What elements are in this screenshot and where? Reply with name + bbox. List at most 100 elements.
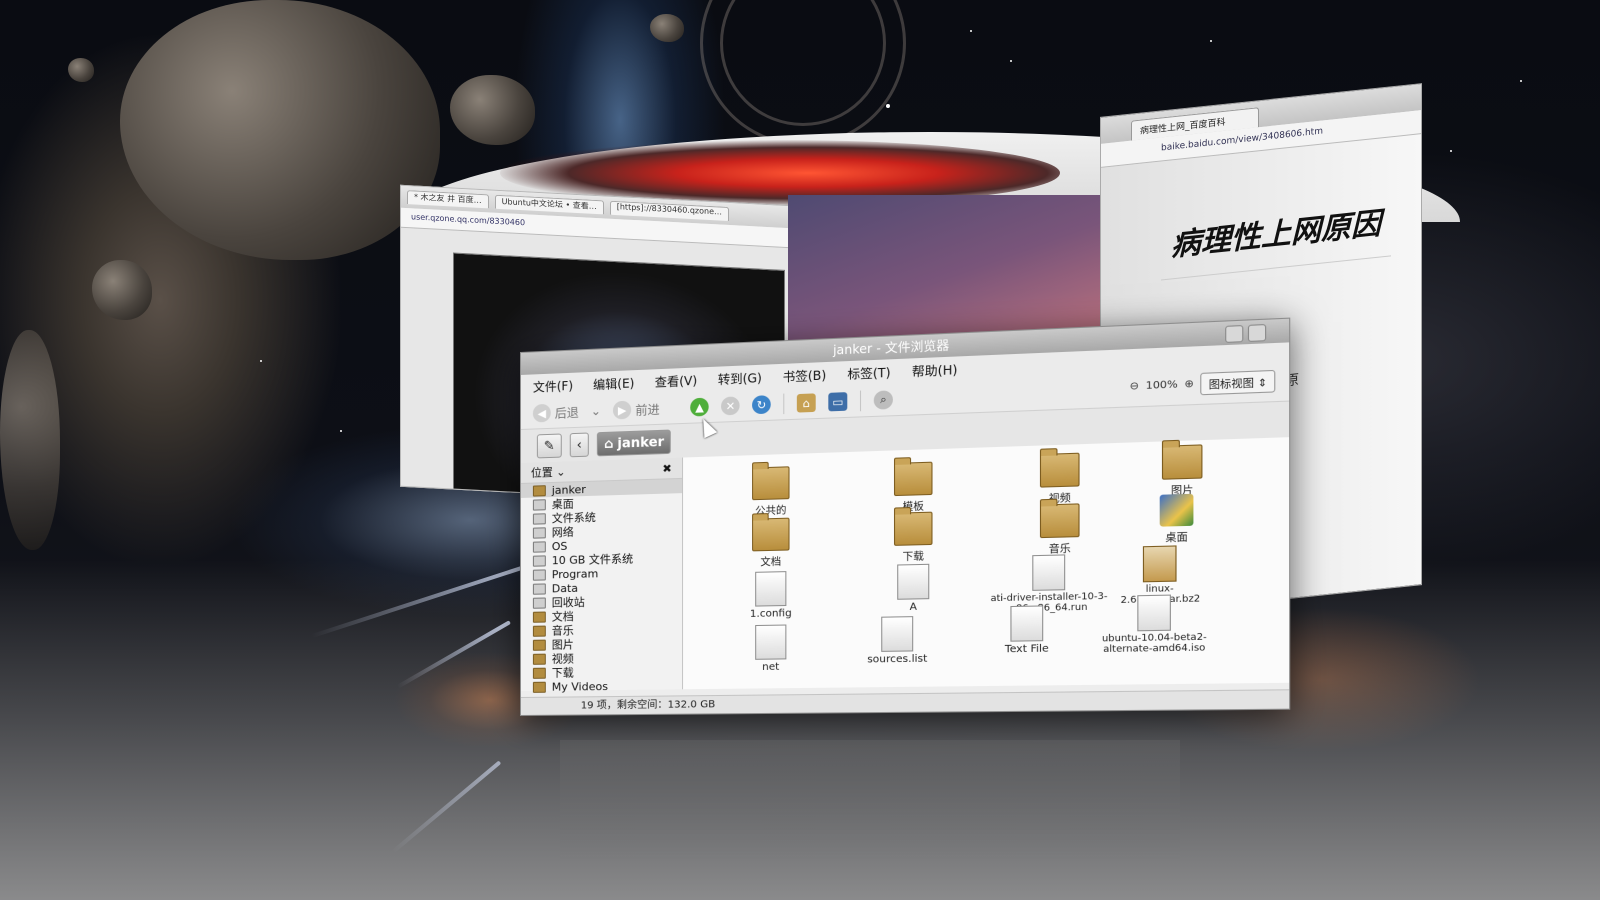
file-item[interactable]: 下载 [855, 511, 973, 565]
file-item[interactable]: 视频 [1000, 451, 1121, 506]
sidebar-item-my-videos[interactable]: My Videos [521, 678, 682, 694]
folder-icon [532, 611, 546, 623]
text-file-icon [897, 563, 930, 600]
minimize-button[interactable] [1225, 325, 1244, 343]
menu-file[interactable]: 文件(F) [533, 376, 573, 395]
file-item[interactable]: A [855, 563, 973, 614]
folder-icon [1039, 503, 1080, 539]
view-mode-select[interactable]: 图标视图 ⇕ [1200, 369, 1276, 396]
places-sidebar: 位置 ⌄ ✖ janker 桌面 文件系统 网络 OS 10 GB 文件系统 P… [520, 457, 684, 694]
file-item[interactable]: 图片 [1121, 443, 1245, 499]
file-icon-view: 公共的 模板 视频 图片 文档 下载 音乐 桌面 1.config A ati-… [683, 437, 1290, 690]
file-item[interactable]: net [714, 624, 828, 674]
star [1210, 40, 1212, 42]
back-arrow-icon: ◀ [532, 403, 551, 423]
file-item[interactable]: ubuntu-10.04-beta2-alternate-amd64.iso [1093, 594, 1216, 656]
folder-icon [532, 625, 546, 637]
home-icon: ⌂ [603, 436, 614, 452]
window-reflection [560, 740, 1180, 860]
file-item[interactable]: 桌面 [1115, 492, 1239, 545]
drive-icon [532, 582, 546, 595]
path-left-arrow-button[interactable]: ‹ [569, 432, 589, 458]
drive-icon [532, 554, 546, 567]
asteroid [68, 58, 94, 82]
file-item[interactable]: 音乐 [1000, 502, 1121, 557]
browser-tab[interactable]: [https]://8330460.qzone… [609, 200, 729, 221]
text-file-icon [755, 571, 787, 607]
sidebar-item-label: Program [551, 566, 599, 581]
back-label: 后退 [554, 405, 579, 421]
close-sidebar-icon[interactable]: ✖ [662, 461, 671, 474]
star [260, 360, 262, 362]
view-mode-label: 图标视图 [1208, 378, 1255, 392]
trash-icon [532, 596, 546, 609]
star [1010, 60, 1012, 62]
folder-icon [893, 511, 933, 546]
executable-file-icon [1032, 554, 1066, 591]
sidebar-title: 位置 [530, 465, 553, 480]
file-item[interactable]: 公共的 [714, 465, 828, 519]
drive-icon [532, 512, 546, 525]
file-label: 1.config [749, 607, 792, 620]
browser-tab[interactable]: * 木之友 井 百度… [407, 190, 489, 209]
forward-button[interactable]: ▶ 前进 [613, 399, 660, 420]
sidebar-item-label: My Videos [551, 679, 608, 694]
zoom-level: 100% [1145, 379, 1178, 393]
browser-tab[interactable]: Ubuntu中文论坛 • 查看… [494, 194, 604, 215]
file-item[interactable]: 模板 [855, 460, 973, 514]
history-dropdown-icon[interactable]: ⌄ [591, 404, 601, 418]
file-label: Text File [1004, 643, 1049, 656]
computer-icon[interactable]: ▭ [828, 392, 848, 412]
forward-label: 前进 [635, 402, 660, 418]
close-button[interactable] [1247, 324, 1267, 342]
asteroid [0, 330, 60, 550]
text-file-icon [1010, 605, 1044, 642]
file-label: A [909, 601, 917, 614]
zoom-in-icon[interactable]: ⊕ [1184, 378, 1193, 390]
status-text: 19 项，剩余空间：132.0 GB [580, 699, 716, 712]
file-label: 下载 [902, 551, 924, 564]
forward-arrow-icon: ▶ [613, 400, 632, 420]
search-icon[interactable]: ⌕ [873, 390, 894, 410]
file-item[interactable]: 文档 [714, 517, 828, 570]
menu-tabs[interactable]: 标签(T) [847, 363, 890, 382]
zoom-out-icon[interactable]: ⊖ [1130, 381, 1139, 393]
folder-icon [752, 517, 790, 552]
menu-go[interactable]: 转到(G) [718, 368, 762, 387]
file-item[interactable]: Text File [967, 605, 1087, 656]
desktop-icon [532, 498, 546, 511]
edit-location-button[interactable]: ✎ [536, 433, 562, 459]
menu-view[interactable]: 查看(V) [655, 371, 697, 390]
file-manager-window: janker - 文件浏览器 文件(F) 编辑(E) 查看(V) 转到(G) 书… [520, 317, 1291, 716]
sidebar-item-label: OS [551, 539, 568, 553]
back-button[interactable]: ◀ 后退 [532, 403, 579, 423]
star [970, 30, 972, 32]
content-area: 位置 ⌄ ✖ janker 桌面 文件系统 网络 OS 10 GB 文件系统 P… [520, 437, 1290, 694]
file-item[interactable]: 1.config [714, 570, 828, 620]
path-button-current[interactable]: ⌂ janker [596, 429, 672, 457]
file-item[interactable]: sources.list [839, 615, 956, 666]
toolbar-separator [783, 393, 785, 415]
menu-bookmarks[interactable]: 书签(B) [783, 366, 827, 385]
drive-icon [532, 540, 546, 553]
home-folder-icon[interactable]: ⌂ [796, 393, 816, 413]
menu-help[interactable]: 帮助(H) [912, 360, 958, 380]
menu-edit[interactable]: 编辑(E) [593, 374, 634, 393]
star [340, 430, 342, 432]
folder-icon [752, 466, 790, 501]
home-icon [532, 484, 546, 497]
file-label: ubuntu-10.04-beta2-alternate-amd64.iso [1101, 632, 1207, 656]
star [1520, 80, 1522, 82]
sidebar-item-label: 10 GB 文件系统 [551, 552, 634, 568]
folder-icon [532, 653, 546, 665]
desktop-icon [1159, 493, 1194, 527]
disc-image-icon [1137, 594, 1171, 632]
folder-icon [1039, 452, 1080, 488]
reload-icon[interactable]: ↻ [752, 395, 771, 415]
asteroid [92, 260, 152, 320]
sidebar-item-label: 下载 [551, 666, 574, 680]
sidebar-title-dropdown[interactable]: 位置 ⌄ [531, 463, 566, 480]
up-arrow-icon[interactable]: ▲ [690, 397, 709, 417]
star [886, 104, 890, 108]
stop-icon[interactable]: ✕ [721, 396, 740, 416]
